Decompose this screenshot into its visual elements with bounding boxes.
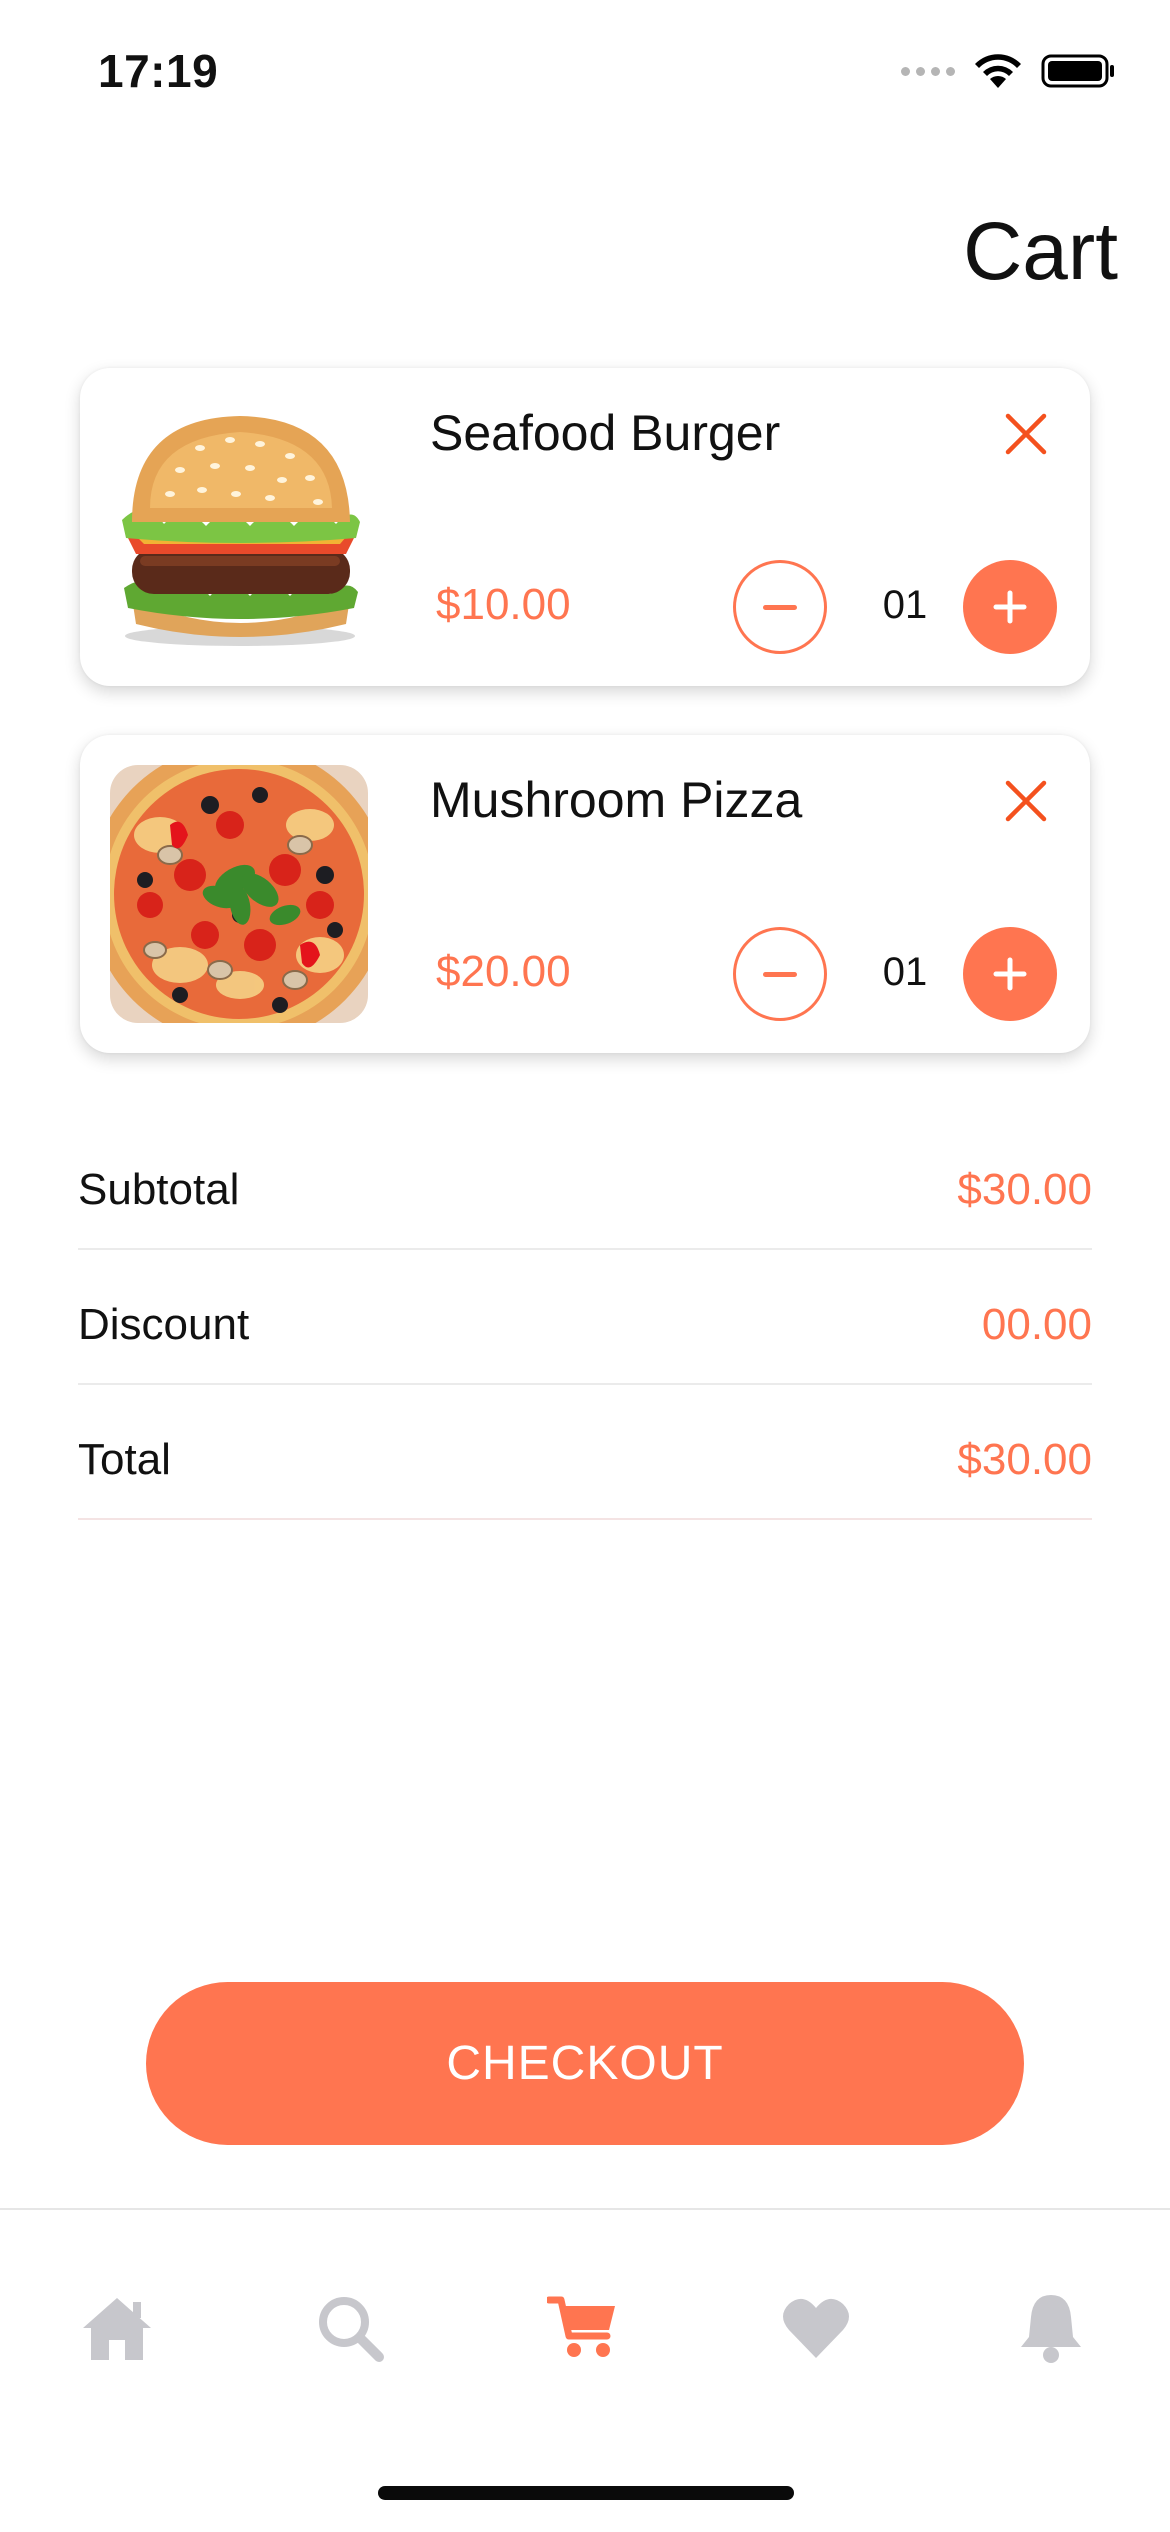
tab-favorites[interactable]	[771, 2283, 861, 2373]
home-icon	[83, 2298, 151, 2360]
increase-quantity-button[interactable]	[963, 927, 1057, 1021]
page-title: Cart	[963, 206, 1118, 297]
status-time: 17:19	[98, 45, 219, 97]
cart-icon	[547, 2296, 615, 2357]
battery-icon	[1041, 54, 1114, 88]
decrease-quantity-button[interactable]	[733, 560, 827, 654]
plus-icon	[993, 957, 1027, 991]
increase-quantity-button[interactable]	[963, 560, 1057, 654]
plus-icon	[993, 590, 1027, 624]
summary-value: 00.00	[981, 1300, 1092, 1349]
pizza-image	[110, 765, 368, 1023]
item-name: Seafood Burger	[430, 405, 781, 461]
tab-home[interactable]	[72, 2283, 162, 2373]
checkout-button[interactable]: CHECKOUT	[146, 1982, 1024, 2145]
summary-row-total: Total $30.00	[78, 1385, 1092, 1520]
item-name: Mushroom Pizza	[430, 772, 803, 828]
cellular-icon	[901, 66, 955, 76]
summary-label: Subtotal	[78, 1165, 240, 1214]
minus-icon	[763, 971, 797, 977]
minus-icon	[763, 604, 797, 610]
summary-label: Total	[78, 1435, 171, 1484]
heart-icon	[783, 2298, 849, 2358]
home-indicator	[378, 2486, 794, 2500]
summary-row-discount: Discount 00.00	[78, 1250, 1092, 1385]
item-price: $20.00	[436, 947, 571, 996]
quantity-value: 01	[882, 583, 928, 627]
tab-search[interactable]	[305, 2283, 395, 2373]
summary-value: $30.00	[957, 1435, 1092, 1484]
decrease-quantity-button[interactable]	[733, 927, 827, 1021]
burger-image	[110, 398, 368, 656]
bell-icon	[1021, 2295, 1081, 2363]
remove-item-button[interactable]	[1000, 408, 1052, 460]
tab-bar	[0, 2208, 1170, 2532]
summary-label: Discount	[78, 1300, 250, 1349]
cart-item: Seafood Burger $10.00 01	[80, 368, 1090, 686]
tab-notifications[interactable]	[1006, 2283, 1096, 2373]
remove-item-button[interactable]	[1000, 775, 1052, 827]
summary-value: $30.00	[957, 1165, 1092, 1214]
quantity-value: 01	[882, 950, 928, 994]
status-bar: 17:19	[0, 0, 1170, 150]
cart-item: Mushroom Pizza $20.00 01	[80, 735, 1090, 1053]
search-icon	[319, 2297, 384, 2362]
close-icon	[1005, 780, 1047, 822]
item-price: $10.00	[436, 580, 571, 629]
wifi-icon	[975, 54, 1021, 88]
tab-cart[interactable]	[538, 2283, 628, 2373]
close-icon	[1005, 413, 1047, 455]
status-icons	[901, 52, 1115, 90]
summary-row-subtotal: Subtotal $30.00	[78, 1115, 1092, 1250]
